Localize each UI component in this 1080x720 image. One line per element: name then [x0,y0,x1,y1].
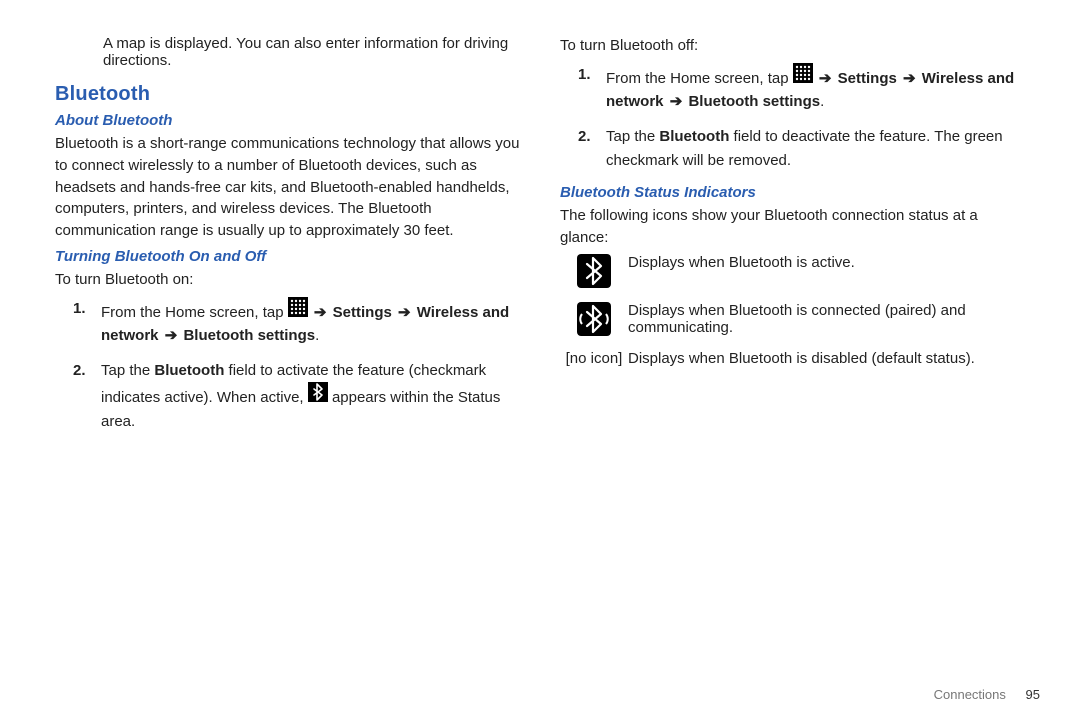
bluetooth-icon [308,382,328,402]
status-intro: The following icons show your Bluetooth … [560,205,1025,249]
off-step-2-a: Tap the [606,128,659,145]
status-row3-label: [no icon] [560,350,628,367]
on-step-2-a: Tap the [101,362,154,379]
footer-page: 95 [1026,687,1040,702]
bluetooth-active-icon [577,254,611,288]
btsettings-label: Bluetooth settings [183,327,315,344]
subhead-about: About Bluetooth [55,112,520,129]
bluetooth-word-2: Bluetooth [659,128,729,145]
footer-section: Connections [934,687,1006,702]
heading-bluetooth: Bluetooth [55,83,520,106]
subhead-toggle: Turning Bluetooth On and Off [55,248,520,265]
off-step-1: From the Home screen, tap ➔ Settings ➔ W… [606,63,1025,114]
status-table: Displays when Bluetooth is active. Displ… [560,254,1025,367]
apps-grid-icon [288,297,308,317]
arrow-4: ➔ [817,70,834,87]
on-step-1: From the Home screen, tap ➔ Settings ➔ W… [101,297,520,348]
arrow-6: ➔ [668,93,685,110]
subhead-status: Bluetooth Status Indicators [560,184,1025,201]
status-row2-icon [560,302,628,336]
status-row1-text: Displays when Bluetooth is active. [628,254,1025,271]
period-2: . [820,93,824,110]
off-step-2: Tap the Bluetooth field to deactivate th… [606,125,1025,172]
bluetooth-connected-icon [577,302,611,336]
status-row2-text: Displays when Bluetooth is connected (pa… [628,302,1025,336]
bluetooth-word-1: Bluetooth [154,362,224,379]
apps-grid-icon [793,63,813,83]
period-1: . [315,327,319,344]
status-row3-text: Displays when Bluetooth is disabled (def… [628,350,1025,367]
off-step-1-a: From the Home screen, tap [606,70,793,87]
arrow-3: ➔ [163,327,180,344]
status-row1-icon [560,254,628,288]
on-lead: To turn Bluetooth on: [55,269,520,291]
arrow-2: ➔ [396,304,413,321]
settings-label-2: Settings [838,70,897,87]
intro-text: A map is displayed. You can also enter i… [103,35,520,69]
arrow-5: ➔ [901,70,918,87]
on-step-1-a: From the Home screen, tap [101,304,288,321]
settings-label: Settings [333,304,392,321]
arrow-1: ➔ [312,304,329,321]
on-step-2: Tap the Bluetooth field to activate the … [101,359,520,433]
off-lead: To turn Bluetooth off: [560,35,1025,57]
about-body: Bluetooth is a short-range communication… [55,133,520,242]
btsettings-label-2: Bluetooth settings [688,93,820,110]
page-footer: Connections 95 [934,687,1040,702]
